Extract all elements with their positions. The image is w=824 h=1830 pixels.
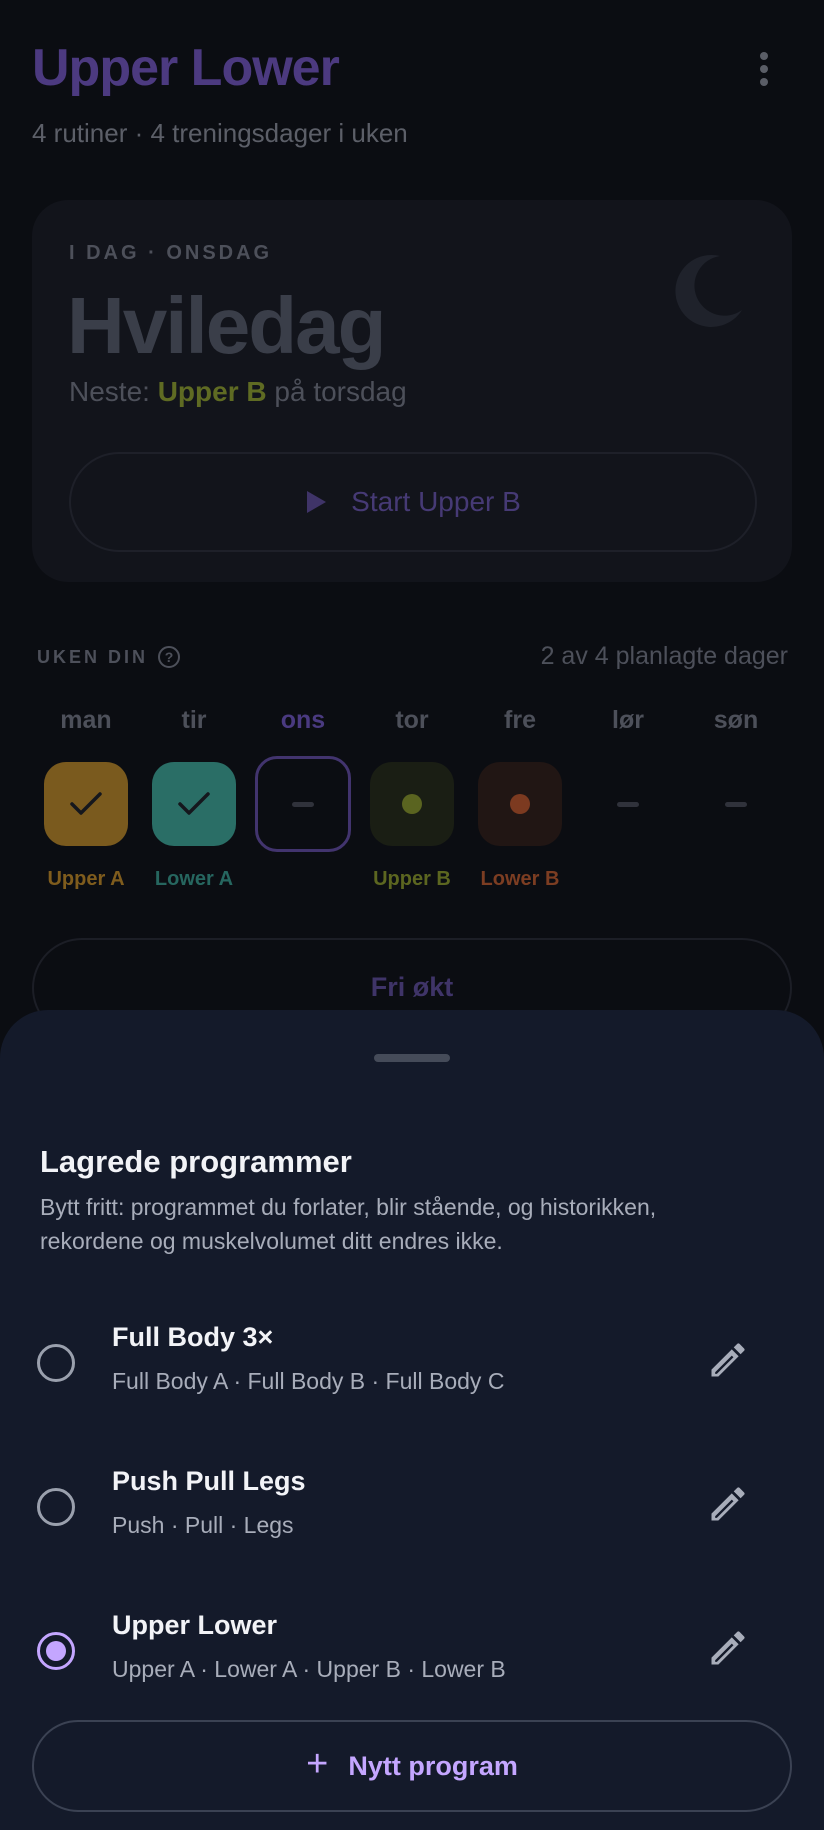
- day-name: lør: [612, 706, 644, 734]
- program-name: Push Pull Legs: [112, 1466, 306, 1496]
- sheet-title: Lagrede programmer: [40, 1144, 352, 1179]
- play-icon: [307, 491, 327, 513]
- program-name: Full Body 3×: [112, 1322, 274, 1352]
- check-icon: [178, 792, 210, 815]
- day-name: søn: [713, 706, 759, 734]
- pencil-icon[interactable]: [706, 1626, 750, 1670]
- rest-dash: [617, 801, 639, 807]
- rest-dash: [725, 801, 747, 807]
- program-routines: Push · Pull · Legs: [112, 1512, 294, 1538]
- check-icon: [70, 792, 102, 815]
- day-routine-label: Lower B: [480, 868, 560, 890]
- next-workout-text: Neste: Upper B på torsdag: [69, 376, 407, 407]
- week-label: UKEN DIN ?: [37, 646, 181, 668]
- start-workout-label: Start Upper B: [351, 486, 521, 517]
- rest-dash: [292, 801, 314, 807]
- new-program-button[interactable]: + Nytt program: [32, 1720, 792, 1812]
- program-radio[interactable]: [37, 1632, 75, 1670]
- program-radio[interactable]: [37, 1488, 75, 1526]
- pencil-icon[interactable]: [706, 1482, 750, 1526]
- day-name: ons: [280, 706, 326, 734]
- planned-dot: [510, 794, 530, 814]
- day-status-box[interactable]: [152, 762, 236, 846]
- day-status-box[interactable]: [255, 756, 351, 852]
- week-day-tor[interactable]: tor Upper B: [362, 706, 462, 892]
- program-row[interactable]: Full Body 3× Full Body A · Full Body B · …: [0, 1316, 824, 1426]
- help-circle-icon[interactable]: ?: [158, 646, 181, 668]
- day-routine-label: [578, 868, 678, 892]
- pencil-icon[interactable]: [706, 1338, 750, 1382]
- day-status-box[interactable]: [370, 762, 454, 846]
- moon-icon: [675, 254, 742, 327]
- new-program-label: Nytt program: [348, 1750, 518, 1781]
- week-day-man[interactable]: man Upper A: [36, 706, 136, 892]
- sheet-description: Bytt fritt: programmet du forlater, blir…: [40, 1194, 657, 1254]
- plus-icon: +: [306, 1743, 329, 1785]
- week-day-lør[interactable]: lør: [578, 706, 678, 892]
- more-vert-icon[interactable]: [752, 52, 776, 92]
- day-status-box[interactable]: [478, 762, 562, 846]
- day-routine-label: [253, 868, 353, 892]
- day-name: man: [60, 706, 112, 734]
- program-row[interactable]: Upper Lower Upper A · Lower A · Upper B ·…: [0, 1604, 824, 1714]
- today-card: I DAG · ONSDAG Hviledag Neste: Upper B p…: [32, 200, 792, 582]
- start-workout-button[interactable]: Start Upper B: [69, 452, 757, 552]
- today-eyebrow: I DAG · ONSDAG: [69, 242, 273, 264]
- next-routine-name: Upper B: [157, 376, 267, 407]
- program-routines: Full Body A · Full Body B · Full Body C: [112, 1368, 505, 1394]
- day-routine-label: [686, 868, 786, 892]
- program-row[interactable]: Push Pull Legs Push · Pull · Legs: [0, 1460, 824, 1570]
- day-routine-label: Lower A: [154, 868, 234, 890]
- week-day-søn[interactable]: søn: [686, 706, 786, 892]
- day-name: fre: [504, 706, 536, 734]
- day-name: tir: [181, 706, 207, 734]
- week-day-ons[interactable]: ons: [253, 706, 353, 892]
- program-title: Upper Lower: [32, 39, 340, 97]
- program-routines: Upper A · Lower A · Upper B · Lower B: [112, 1656, 506, 1682]
- program-name: Upper Lower: [112, 1610, 278, 1640]
- week-progress-count: 2 av 4 planlagte dager: [540, 642, 788, 670]
- week-day-fre[interactable]: fre Lower B: [470, 706, 570, 892]
- week-day-tir[interactable]: tir Lower A: [144, 706, 244, 892]
- day-routine-label: Upper B: [373, 868, 451, 890]
- drag-handle[interactable]: [374, 1054, 450, 1062]
- today-title: Hviledag: [67, 281, 386, 370]
- program-radio[interactable]: [37, 1344, 75, 1382]
- day-routine-label: Upper A: [47, 868, 125, 890]
- day-status-box[interactable]: [44, 762, 128, 846]
- day-status-box[interactable]: [586, 762, 670, 846]
- day-name: tor: [395, 706, 429, 734]
- saved-programs-sheet: Lagrede programmer Bytt fritt: programme…: [0, 1010, 824, 1830]
- program-subtitle: 4 rutiner · 4 treningsdager i uken: [32, 118, 408, 148]
- planned-dot: [402, 794, 422, 814]
- day-status-box[interactable]: [694, 762, 778, 846]
